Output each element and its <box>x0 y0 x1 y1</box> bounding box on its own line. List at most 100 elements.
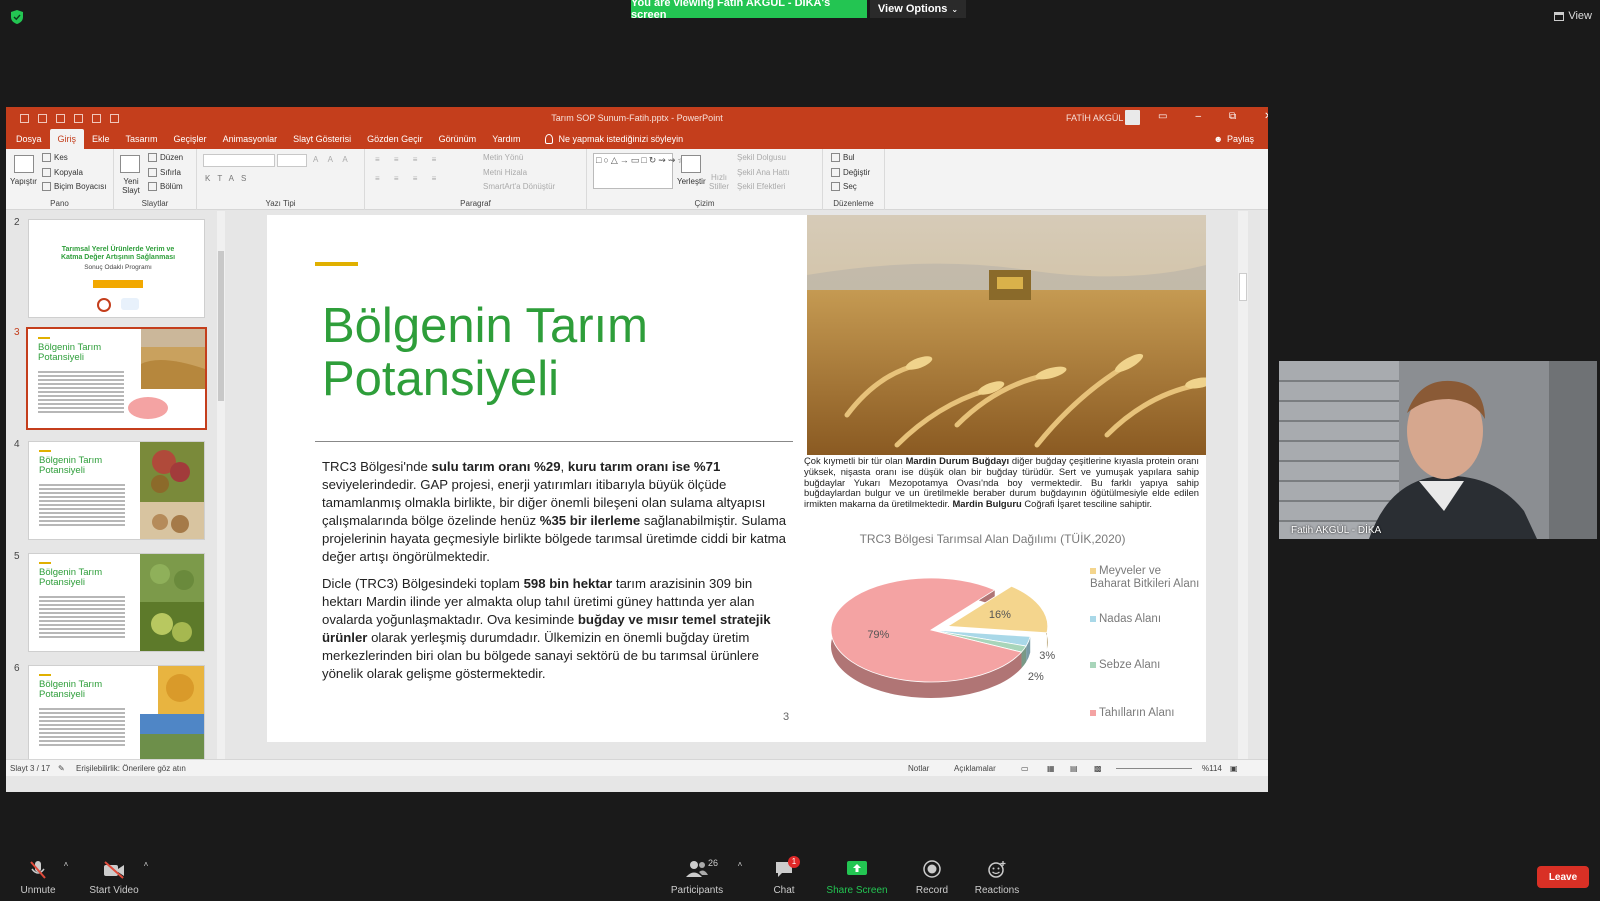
chat-button[interactable]: 1 Chat <box>766 856 802 896</box>
account-avatar[interactable] <box>1125 110 1140 125</box>
tab-yardim[interactable]: Yardım <box>484 129 528 149</box>
body-paragraph-1[interactable]: TRC3 Bölgesi'nde sulu tarım oranı %29, k… <box>322 458 788 566</box>
tab-tasarim[interactable]: Tasarım <box>118 129 166 149</box>
slide-title[interactable]: Bölgenin Tarım Potansiyeli <box>322 300 802 406</box>
scrollbar-thumb[interactable] <box>1239 273 1247 301</box>
thumbnails-scrollbar[interactable] <box>217 211 225 759</box>
copy-button[interactable]: Kopyala <box>42 168 83 178</box>
select-button[interactable]: Seç <box>831 182 857 192</box>
shape-fill-button[interactable]: Şekil Dolgusu <box>737 153 786 162</box>
minimize-icon[interactable]: – <box>1195 111 1201 122</box>
slide-thumbnail-2[interactable]: Tarımsal Yerel Ürünlerde Verim ve Katma … <box>28 219 205 318</box>
reactions-button[interactable]: Reactions <box>972 860 1022 896</box>
cut-button[interactable]: Kes <box>42 153 68 163</box>
find-button[interactable]: Bul <box>831 153 855 163</box>
unmute-button[interactable]: Unmute <box>14 860 62 896</box>
accessibility-button[interactable]: Erişilebilirlik: Önerilere göz atın <box>76 764 186 773</box>
shape-effects-button[interactable]: Şekil Efektleri <box>737 182 785 191</box>
font-size-select[interactable] <box>277 154 307 167</box>
tab-dosya[interactable]: Dosya <box>8 129 50 149</box>
tab-gorunum[interactable]: Görünüm <box>431 129 485 149</box>
audio-options-chevron[interactable]: ˄ <box>60 860 72 876</box>
start-video-button[interactable]: Start Video <box>88 860 140 896</box>
group-yazi-tipi: A A A KTAS Yazı Tipi <box>197 149 365 210</box>
new-slide-button[interactable]: Yeni Slayt <box>118 177 144 195</box>
tab-slayt-gosterisi[interactable]: Slayt Gösterisi <box>285 129 359 149</box>
slide-scrollbar[interactable] <box>1238 211 1248 759</box>
arrange-icon[interactable] <box>681 155 701 173</box>
slide-canvas[interactable]: Bölgenin Tarım Potansiyeli TRC3 Bölgesi'… <box>267 215 1206 742</box>
zoom-level[interactable]: %114 <box>1202 764 1222 773</box>
fit-slide-icon[interactable]: ▣ <box>1230 764 1238 773</box>
slide-thumbnail-3[interactable]: Bölgenin Tarım Potansiyeli <box>26 327 207 430</box>
tab-gecisler[interactable]: Geçişler <box>166 129 215 149</box>
align-text-button[interactable]: Metni Hizala <box>483 168 527 177</box>
view-options-button[interactable]: View Options ⌄ <box>870 0 966 18</box>
normal-view-icon[interactable]: ▭ <box>1021 764 1029 773</box>
layout-label: Düzen <box>160 153 184 162</box>
record-button[interactable]: Record <box>912 860 952 896</box>
notes-button[interactable]: Notlar <box>908 764 929 773</box>
tab-giris[interactable]: Giriş <box>49 129 85 149</box>
arrange-button[interactable]: Yerleştir <box>677 177 706 186</box>
font-family-select[interactable] <box>203 154 275 167</box>
restore-icon[interactable]: ⧉ <box>1229 111 1236 122</box>
zoom-slider[interactable] <box>1116 768 1192 769</box>
slide-sorter-icon[interactable]: ▦ <box>1047 764 1055 773</box>
security-shield-icon[interactable] <box>10 9 24 25</box>
reset-button[interactable]: Sıfırla <box>148 168 181 178</box>
video-options-chevron[interactable]: ˄ <box>140 860 152 876</box>
title-accent-bar <box>315 262 358 266</box>
group-label-duzenleme: Düzenleme <box>833 199 874 208</box>
new-slide-icon[interactable] <box>120 155 140 173</box>
view-button[interactable]: View <box>1554 10 1592 22</box>
quick-styles-button[interactable]: Hızlı Stiller <box>707 173 731 191</box>
thumb-text-lines <box>39 596 125 640</box>
paste-button[interactable]: Yapıştır <box>10 177 37 186</box>
wheat-field-photo[interactable] <box>807 215 1206 455</box>
section-button[interactable]: Bölüm <box>148 182 183 192</box>
share-screen-button[interactable]: Share Screen <box>825 860 889 896</box>
share-button[interactable]: ☻ Paylaş <box>1214 134 1255 144</box>
paste-icon[interactable] <box>14 155 34 173</box>
tell-me-search[interactable]: Ne yapmak istediğinizi söyleyin <box>529 129 683 149</box>
participants-button[interactable]: 26 Participants <box>666 858 728 896</box>
text-direction-button[interactable]: Metin Yönü <box>483 153 523 162</box>
align-buttons[interactable]: ≡ ≡ ≡ ≡ <box>375 174 442 183</box>
spellcheck-icon[interactable]: ✎ <box>58 764 65 773</box>
p1-text-a: TRC3 Bölgesi'nde <box>322 459 432 474</box>
pie-chart[interactable] <box>819 560 1079 710</box>
participants-options-chevron[interactable]: ˄ <box>734 860 746 876</box>
slideshow-view-icon[interactable]: ▩ <box>1094 764 1102 773</box>
shape-outline-button[interactable]: Şekil Ana Hattı <box>737 168 789 177</box>
layout-button[interactable]: Düzen <box>148 153 184 163</box>
tab-ekle[interactable]: Ekle <box>84 129 118 149</box>
status-bar: Slayt 3 / 17 ✎ Erişilebilirlik: Öneriler… <box>6 759 1268 776</box>
slide-thumbnail-4[interactable]: Bölgenin Tarım Potansiyeli <box>28 441 205 540</box>
tab-animasyonlar[interactable]: Animasyonlar <box>215 129 286 149</box>
comments-button[interactable]: Açıklamalar <box>954 764 996 773</box>
body-paragraph-2[interactable]: Dicle (TRC3) Bölgesindeki toplam 598 bin… <box>322 575 788 683</box>
list-buttons[interactable]: ≡ ≡ ≡ ≡ <box>375 155 442 164</box>
speaker-video <box>1279 361 1597 539</box>
tab-gozden-gecir[interactable]: Gözden Geçir <box>359 129 431 149</box>
reading-view-icon[interactable]: ▤ <box>1070 764 1078 773</box>
video-tile-speaker[interactable]: Fatih AKGÜL - DİKA <box>1279 361 1597 539</box>
thumb-text-lines <box>38 371 124 415</box>
shapes-gallery[interactable]: □○△→▭□↻⇝⇝☆ <box>593 153 685 189</box>
font-size-buttons[interactable]: A A A <box>313 155 352 164</box>
smartart-button[interactable]: SmartArt'a Dönüştür <box>483 182 555 191</box>
slide-thumbnail-5[interactable]: Bölgenin Tarım Potansiyeli <box>28 553 205 652</box>
font-style-buttons[interactable]: KTAS <box>205 174 253 183</box>
ribbon-display-options-icon[interactable]: ▭ <box>1158 111 1167 122</box>
scrollbar-thumb[interactable] <box>218 251 224 401</box>
leave-button[interactable]: Leave <box>1537 866 1589 888</box>
cursor-icon <box>831 182 840 192</box>
slide-thumbnail-6[interactable]: Bölgenin Tarım Potansiyeli <box>28 665 205 764</box>
account-name[interactable]: FATİH AKGÜL <box>1066 113 1123 123</box>
close-icon[interactable]: ✕ <box>1264 111 1268 122</box>
photo-caption[interactable]: Çok kıymetli bir tür olan Mardin Durum B… <box>804 455 1199 510</box>
replace-button[interactable]: Değiştir <box>831 168 870 178</box>
ribbon-tabs: Dosya Giriş Ekle Tasarım Geçişler Animas… <box>6 129 1268 149</box>
format-painter-button[interactable]: Biçim Boyacısı <box>42 182 106 192</box>
